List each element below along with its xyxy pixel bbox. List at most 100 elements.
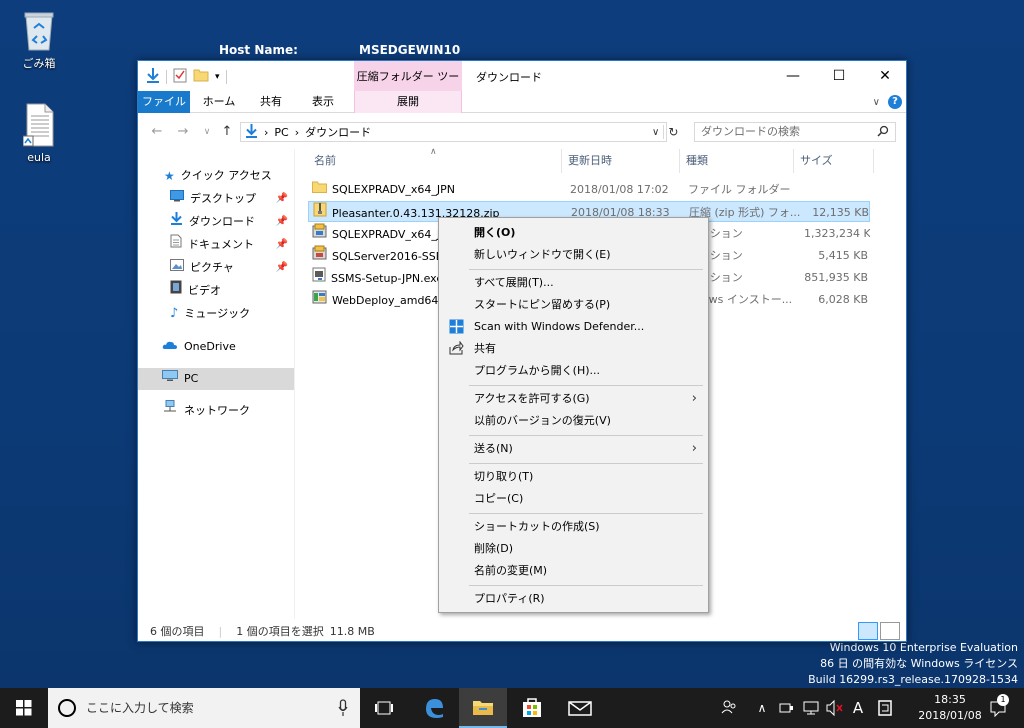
nav-onedrive[interactable]: OneDrive	[138, 336, 294, 358]
expand-ribbon-icon[interactable]: ∨	[873, 97, 880, 108]
search-icon[interactable]	[877, 125, 889, 143]
up-arrow-icon[interactable]: ↑	[218, 123, 236, 141]
task-view-button[interactable]	[360, 688, 408, 728]
menu-item-properties[interactable]: プロパティ(R)	[440, 588, 707, 610]
submenu-arrow-icon: ›	[691, 391, 697, 406]
ime-pad-icon[interactable]	[874, 688, 896, 728]
file-row[interactable]: SQLEXPRADV_x64_JPN 2018/01/08 17:02 ファイル…	[308, 179, 870, 200]
menu-item-share[interactable]: 共有	[440, 338, 707, 360]
action-center-button[interactable]: 1	[986, 688, 1010, 728]
nav-music[interactable]: ♪ ミュージック	[138, 303, 294, 325]
mail-icon	[568, 701, 592, 716]
tab-share[interactable]: 共有	[248, 91, 294, 113]
nav-videos[interactable]: ビデオ	[138, 280, 294, 302]
nav-desktop[interactable]: デスクトップ 📌	[138, 188, 294, 210]
tab-file[interactable]: ファイル	[138, 91, 190, 113]
search-box[interactable]: ダウンロードの検索	[694, 122, 896, 142]
nav-pc[interactable]: PC	[138, 368, 294, 390]
store-button[interactable]	[508, 688, 556, 728]
menu-item-cut[interactable]: 切り取り(T)	[440, 466, 707, 488]
forward-arrow-icon[interactable]: →	[174, 123, 192, 141]
properties-icon[interactable]	[173, 67, 187, 86]
navigation-bar: ← → ∨ ↑ › PC › ダウンロード ∨ ↻ ダウンロードの検索	[138, 119, 906, 145]
nav-pictures[interactable]: ピクチャ 📌	[138, 257, 294, 279]
menu-item-extract-all[interactable]: すべて展開(T)...	[440, 272, 707, 294]
desktop-icon-recycle-bin[interactable]: ごみ箱	[4, 8, 74, 71]
column-header-size[interactable]: サイズ	[794, 149, 874, 173]
file-explorer-button[interactable]	[459, 688, 507, 728]
microphone-icon[interactable]	[338, 688, 348, 728]
column-header-date[interactable]: 更新日時	[562, 149, 680, 173]
menu-item-open-new-window[interactable]: 新しいウィンドウで開く(E)	[440, 244, 707, 266]
menu-item-restore-versions[interactable]: 以前のバージョンの復元(V)	[440, 410, 707, 432]
nav-downloads[interactable]: ダウンロード 📌	[138, 211, 294, 233]
menu-item-label: 名前の変更(M)	[474, 564, 548, 577]
mail-button[interactable]	[556, 688, 604, 728]
start-button[interactable]	[0, 688, 48, 728]
menu-item-open-with[interactable]: プログラムから開く(H)...	[440, 360, 707, 382]
pin-icon[interactable]: 📌	[276, 211, 288, 233]
menu-item-create-shortcut[interactable]: ショートカットの作成(S)	[440, 516, 707, 538]
ime-mode-indicator[interactable]: A	[848, 688, 868, 728]
menu-item-rename[interactable]: 名前の変更(M)	[440, 560, 707, 582]
large-icons-view-icon[interactable]	[880, 622, 900, 640]
menu-item-send-to[interactable]: 送る(N) ›	[440, 438, 707, 460]
menu-item-label: アクセスを許可する(G)	[474, 392, 590, 405]
back-arrow-icon[interactable]: ←	[148, 123, 166, 141]
clock[interactable]: 18:35 2018/01/08	[912, 692, 988, 724]
file-name: SQLEXPRADV_x64_JP	[332, 227, 447, 241]
menu-item-open[interactable]: 開く(O)	[440, 222, 707, 244]
nav-documents[interactable]: ドキュメント 📌	[138, 234, 294, 256]
pin-icon[interactable]: 📌	[276, 257, 288, 279]
pin-icon[interactable]: 📌	[276, 188, 288, 210]
menu-item-scan-defender[interactable]: Scan with Windows Defender...	[440, 316, 707, 338]
nav-network[interactable]: ネットワーク	[138, 400, 294, 422]
menu-item-label: すべて展開(T)...	[474, 276, 554, 289]
customize-qat-icon[interactable]: ▾	[215, 72, 220, 82]
details-view-icon[interactable]	[858, 622, 878, 640]
tab-view[interactable]: 表示	[300, 91, 346, 113]
column-header-type[interactable]: 種類	[680, 149, 794, 173]
tab-home[interactable]: ホーム	[196, 91, 242, 113]
desktop-icon-eula[interactable]: eula	[4, 102, 74, 164]
edge-icon	[426, 699, 443, 718]
nav-label: OneDrive	[184, 340, 236, 353]
power-plug-icon[interactable]	[776, 688, 798, 728]
downloads-folder-icon	[245, 123, 258, 141]
new-folder-icon[interactable]	[193, 68, 209, 85]
breadcrumb-pc[interactable]: PC	[274, 126, 288, 139]
people-icon[interactable]	[718, 688, 740, 728]
pin-icon[interactable]: 📌	[276, 234, 288, 256]
breadcrumb-downloads[interactable]: ダウンロード	[305, 124, 371, 140]
address-bar[interactable]: › PC › ダウンロード	[240, 122, 667, 142]
network-icon[interactable]	[800, 688, 822, 728]
show-hidden-icons-icon[interactable]: ∧	[752, 688, 772, 728]
tab-extract[interactable]: 展開	[354, 91, 462, 113]
nav-quick-access[interactable]: ★ クイック アクセス	[138, 165, 294, 187]
clock-date: 2018/01/08	[918, 709, 982, 722]
menu-item-give-access[interactable]: アクセスを許可する(G) ›	[440, 388, 707, 410]
menu-item-label: 送る(N)	[474, 442, 513, 455]
menu-item-pin-start[interactable]: スタートにピン留めする(P)	[440, 294, 707, 316]
nav-label: クイック アクセス	[180, 169, 272, 182]
close-button[interactable]: ✕	[862, 61, 908, 91]
recent-locations-icon[interactable]: ∨	[198, 123, 216, 141]
store-icon	[523, 698, 541, 717]
file-type: ファイル フォルダー	[688, 183, 791, 196]
pane-divider[interactable]	[294, 149, 295, 619]
title-bar[interactable]: ▾ 圧縮フォルダー ツール ダウンロード — ☐ ✕	[138, 61, 908, 115]
menu-item-delete[interactable]: 削除(D)	[440, 538, 707, 560]
menu-item-copy[interactable]: コピー(C)	[440, 488, 707, 510]
taskbar-search-box[interactable]: ここに入力して検索	[48, 688, 360, 728]
navigation-pane: ★ クイック アクセス デスクトップ 📌 ダウンロード 📌 ドキュメント 📌 ピ…	[138, 149, 294, 619]
column-header-name[interactable]: 名前	[308, 149, 562, 173]
windows-logo-icon	[16, 700, 32, 716]
volume-muted-icon[interactable]	[824, 688, 846, 728]
address-dropdown-icon[interactable]: ∨	[652, 127, 659, 138]
help-icon[interactable]: ?	[888, 95, 902, 109]
minimize-button[interactable]: —	[770, 61, 816, 91]
maximize-button[interactable]: ☐	[816, 61, 862, 91]
download-arrow-icon	[170, 211, 183, 233]
refresh-icon[interactable]: ↻	[663, 125, 678, 139]
edge-button[interactable]	[410, 688, 458, 728]
